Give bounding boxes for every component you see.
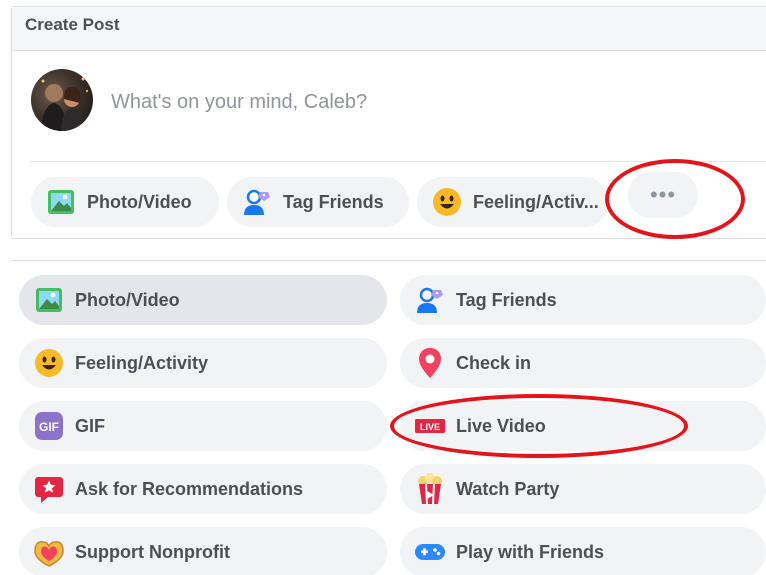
option-label: Live Video <box>456 415 546 436</box>
photo-video-button[interactable]: Photo/Video <box>31 177 219 227</box>
photo-video-label: Photo/Video <box>87 191 192 212</box>
option-label: GIF <box>75 415 105 436</box>
tag-friends-icon <box>241 186 273 218</box>
popcorn-icon <box>414 473 446 505</box>
feeling-activity-button[interactable]: Feeling/Activ... <box>417 177 609 227</box>
option-support-nonprofit[interactable]: Support Nonprofit <box>19 527 387 575</box>
tag-friends-label: Tag Friends <box>283 191 384 212</box>
card-title: Create Post <box>25 15 120 34</box>
option-label: Photo/Video <box>75 289 180 310</box>
tag-friends-icon <box>414 284 446 316</box>
photo-icon <box>45 186 77 218</box>
status-input[interactable]: What's on your mind, Caleb? <box>111 91 367 114</box>
divider <box>29 161 766 162</box>
game-controller-icon <box>414 536 446 568</box>
smiley-icon <box>33 347 65 379</box>
more-dots-icon: ••• <box>649 182 677 207</box>
option-photo-video[interactable]: Photo/Video <box>19 275 387 325</box>
option-live-video[interactable]: LIVE Live Video <box>400 401 766 451</box>
option-label: Watch Party <box>456 478 560 499</box>
tag-friends-button[interactable]: Tag Friends <box>227 177 409 227</box>
option-check-in[interactable]: Check in <box>400 338 766 388</box>
option-play-with-friends[interactable]: Play with Friends <box>400 527 766 575</box>
photo-icon <box>33 284 65 316</box>
card-header: Create Post <box>12 7 766 51</box>
option-label: Feeling/Activity <box>75 352 209 373</box>
live-video-icon: LIVE <box>414 410 446 442</box>
more-options-button[interactable]: ••• <box>628 172 698 218</box>
option-label: Check in <box>456 352 532 373</box>
live-badge-text: LIVE <box>420 422 440 432</box>
option-gif[interactable]: GIF GIF <box>19 401 387 451</box>
option-label: Support Nonprofit <box>75 541 230 562</box>
location-pin-icon <box>414 347 446 379</box>
option-ask-recommendations[interactable]: Ask for Recommendations <box>19 464 387 514</box>
option-label: Play with Friends <box>456 541 605 562</box>
option-feeling-activity[interactable]: Feeling/Activity <box>19 338 387 388</box>
section-separator <box>11 260 766 261</box>
option-tag-friends[interactable]: Tag Friends <box>400 275 766 325</box>
option-label: Ask for Recommendations <box>75 478 304 499</box>
avatar[interactable] <box>31 69 93 131</box>
option-watch-party[interactable]: Watch Party <box>400 464 766 514</box>
smiley-icon <box>431 186 463 218</box>
nonprofit-heart-icon <box>33 536 65 568</box>
recommendation-icon <box>33 473 65 505</box>
gif-badge-text: GIF <box>39 420 59 434</box>
gif-icon: GIF <box>33 410 65 442</box>
feeling-activity-label: Feeling/Activ... <box>473 191 599 212</box>
option-label: Tag Friends <box>456 289 557 310</box>
